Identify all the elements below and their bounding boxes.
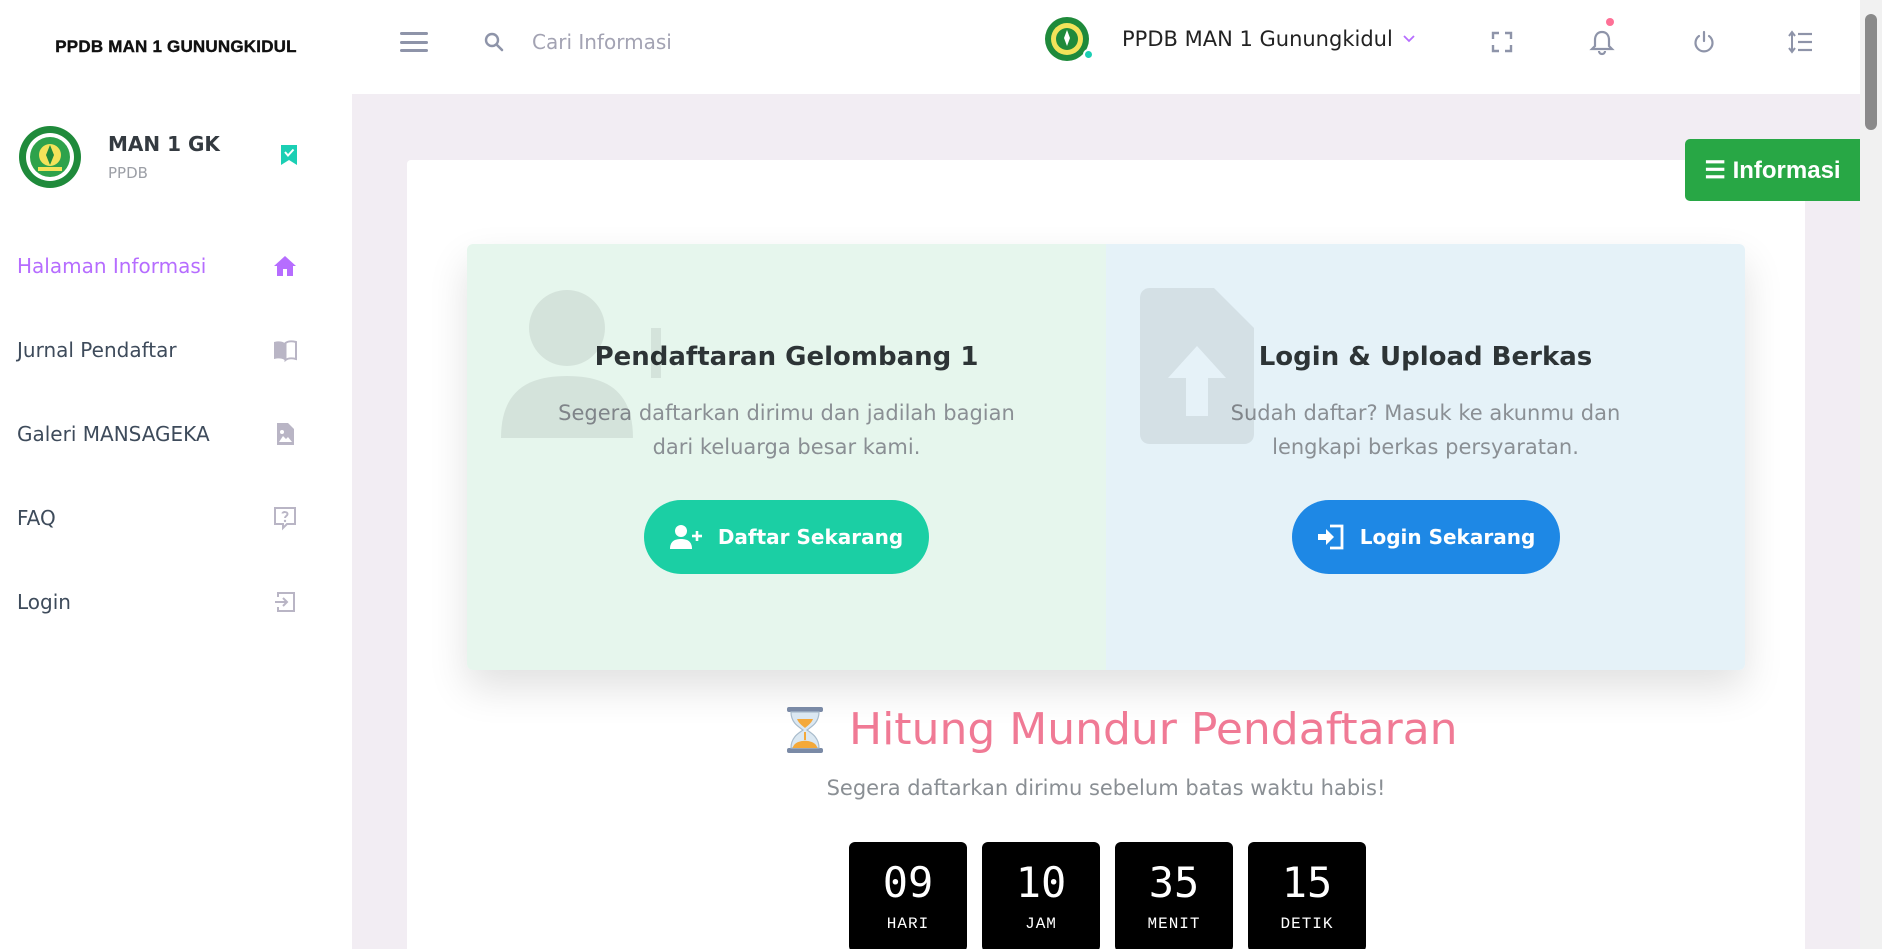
sidebar-item-label: Login [17, 590, 71, 614]
countdown-subtitle: Segera daftarkan dirimu sebelum batas wa… [826, 776, 1386, 800]
countdown-seconds: 15 DETIK [1248, 842, 1366, 949]
search-icon [484, 32, 504, 52]
sidebar-profile-name: MAN 1 GK [108, 132, 220, 156]
countdown-days: 09 HARI [849, 842, 967, 949]
countdown-title: Hitung Mundur Pendaftaran [849, 704, 1458, 755]
informasi-button[interactable]: ☰ Informasi [1685, 139, 1860, 201]
school-logo [19, 126, 81, 188]
scrollbar-thumb[interactable] [1865, 14, 1877, 130]
notifications-button[interactable] [1588, 18, 1616, 56]
home-icon [274, 256, 296, 276]
sidebar-menu: Halaman Informasi Jurnal Pendaftar Galer… [0, 224, 352, 644]
sidebar-item-login[interactable]: Login [0, 560, 352, 644]
login-icon [1317, 524, 1344, 550]
countdown-header: Hitung Mundur Pendaftaran [785, 704, 1465, 755]
login-icon [275, 592, 295, 612]
top-navbar: PPDB MAN 1 GUNUNGKIDUL PPDB MAN 1 Gunung… [0, 0, 1860, 94]
countdown-timer: 09 HARI 10 JAM 35 MENIT 15 DETIK [849, 842, 1366, 949]
sidebar-profile[interactable]: MAN 1 GK PPDB [18, 122, 328, 192]
sidebar-item-faq[interactable]: FAQ [0, 476, 352, 560]
login-sekarang-button[interactable]: Login Sekarang [1291, 500, 1560, 574]
action-panels: Pendaftaran Gelombang 1 Segera daftarkan… [467, 244, 1745, 670]
countdown-value: 15 [1281, 858, 1333, 907]
profile-name: PPDB MAN 1 Gunungkidul [1122, 27, 1393, 51]
power-icon[interactable] [1690, 28, 1718, 56]
brand-title[interactable]: PPDB MAN 1 GUNUNGKIDUL [55, 37, 297, 57]
sidebar-item-label: FAQ [17, 506, 56, 530]
daftar-sekarang-button[interactable]: Daftar Sekarang [644, 500, 929, 574]
sidebar-item-label: Jurnal Pendaftar [17, 338, 177, 362]
hourglass-icon [787, 706, 823, 753]
notification-badge [1606, 18, 1614, 26]
sidebar-item-label: Halaman Informasi [17, 254, 207, 278]
sidebar-item-jurnal-pendaftar[interactable]: Jurnal Pendaftar [0, 308, 352, 392]
file-upload-icon [1140, 288, 1254, 444]
countdown-label: DETIK [1280, 915, 1334, 933]
bookmark-check-icon [281, 145, 297, 165]
fullscreen-icon[interactable] [1488, 28, 1516, 56]
countdown-value: 10 [1015, 858, 1067, 907]
login-sekarang-label: Login Sekarang [1359, 525, 1536, 549]
sidebar: MAN 1 GK PPDB Halaman Informasi Jurnal P… [0, 94, 352, 949]
chevron-down-icon [1403, 35, 1415, 43]
login-panel-title: Login & Upload Berkas [1258, 342, 1593, 372]
register-panel: Pendaftaran Gelombang 1 Segera daftarkan… [467, 244, 1106, 670]
countdown-label: HARI [886, 915, 930, 933]
brand-logo[interactable]: PPDB MAN 1 GUNUNGKIDUL [0, 0, 352, 94]
countdown-value: 35 [1148, 858, 1200, 907]
countdown-label: JAM [1025, 915, 1057, 933]
sidebar-profile-role: PPDB [108, 164, 148, 182]
profile-dropdown[interactable]: PPDB MAN 1 Gunungkidul [1044, 16, 1415, 62]
login-panel: Login & Upload Berkas Sudah daftar? Masu… [1106, 244, 1745, 670]
help-box-icon [274, 507, 296, 531]
sidebar-item-halaman-informasi[interactable]: Halaman Informasi [0, 224, 352, 308]
image-icon [277, 423, 294, 445]
avatar [1044, 16, 1094, 62]
countdown-hours: 10 JAM [982, 842, 1100, 949]
sidebar-item-label: Galeri MANSAGEKA [17, 422, 210, 446]
account-plus-icon [501, 290, 661, 438]
account-plus-icon [669, 525, 702, 549]
countdown-minutes: 35 MENIT [1115, 842, 1233, 949]
login-panel-description: Sudah daftar? Masuk ke akunmu dan lengka… [1230, 401, 1621, 459]
daftar-sekarang-label: Daftar Sekarang [717, 525, 904, 549]
search-input[interactable] [532, 24, 832, 60]
countdown-value: 09 [882, 858, 934, 907]
page-scrollbar[interactable] [1860, 0, 1882, 949]
sidebar-item-galeri-mansageka[interactable]: Galeri MANSAGEKA [0, 392, 352, 476]
online-status-dot [1083, 49, 1094, 60]
bell-icon [1589, 30, 1615, 56]
countdown-label: MENIT [1147, 915, 1201, 933]
sidebar-toggle-button[interactable] [398, 30, 430, 54]
book-open-icon [274, 340, 297, 363]
format-line-spacing-icon[interactable] [1786, 28, 1814, 56]
